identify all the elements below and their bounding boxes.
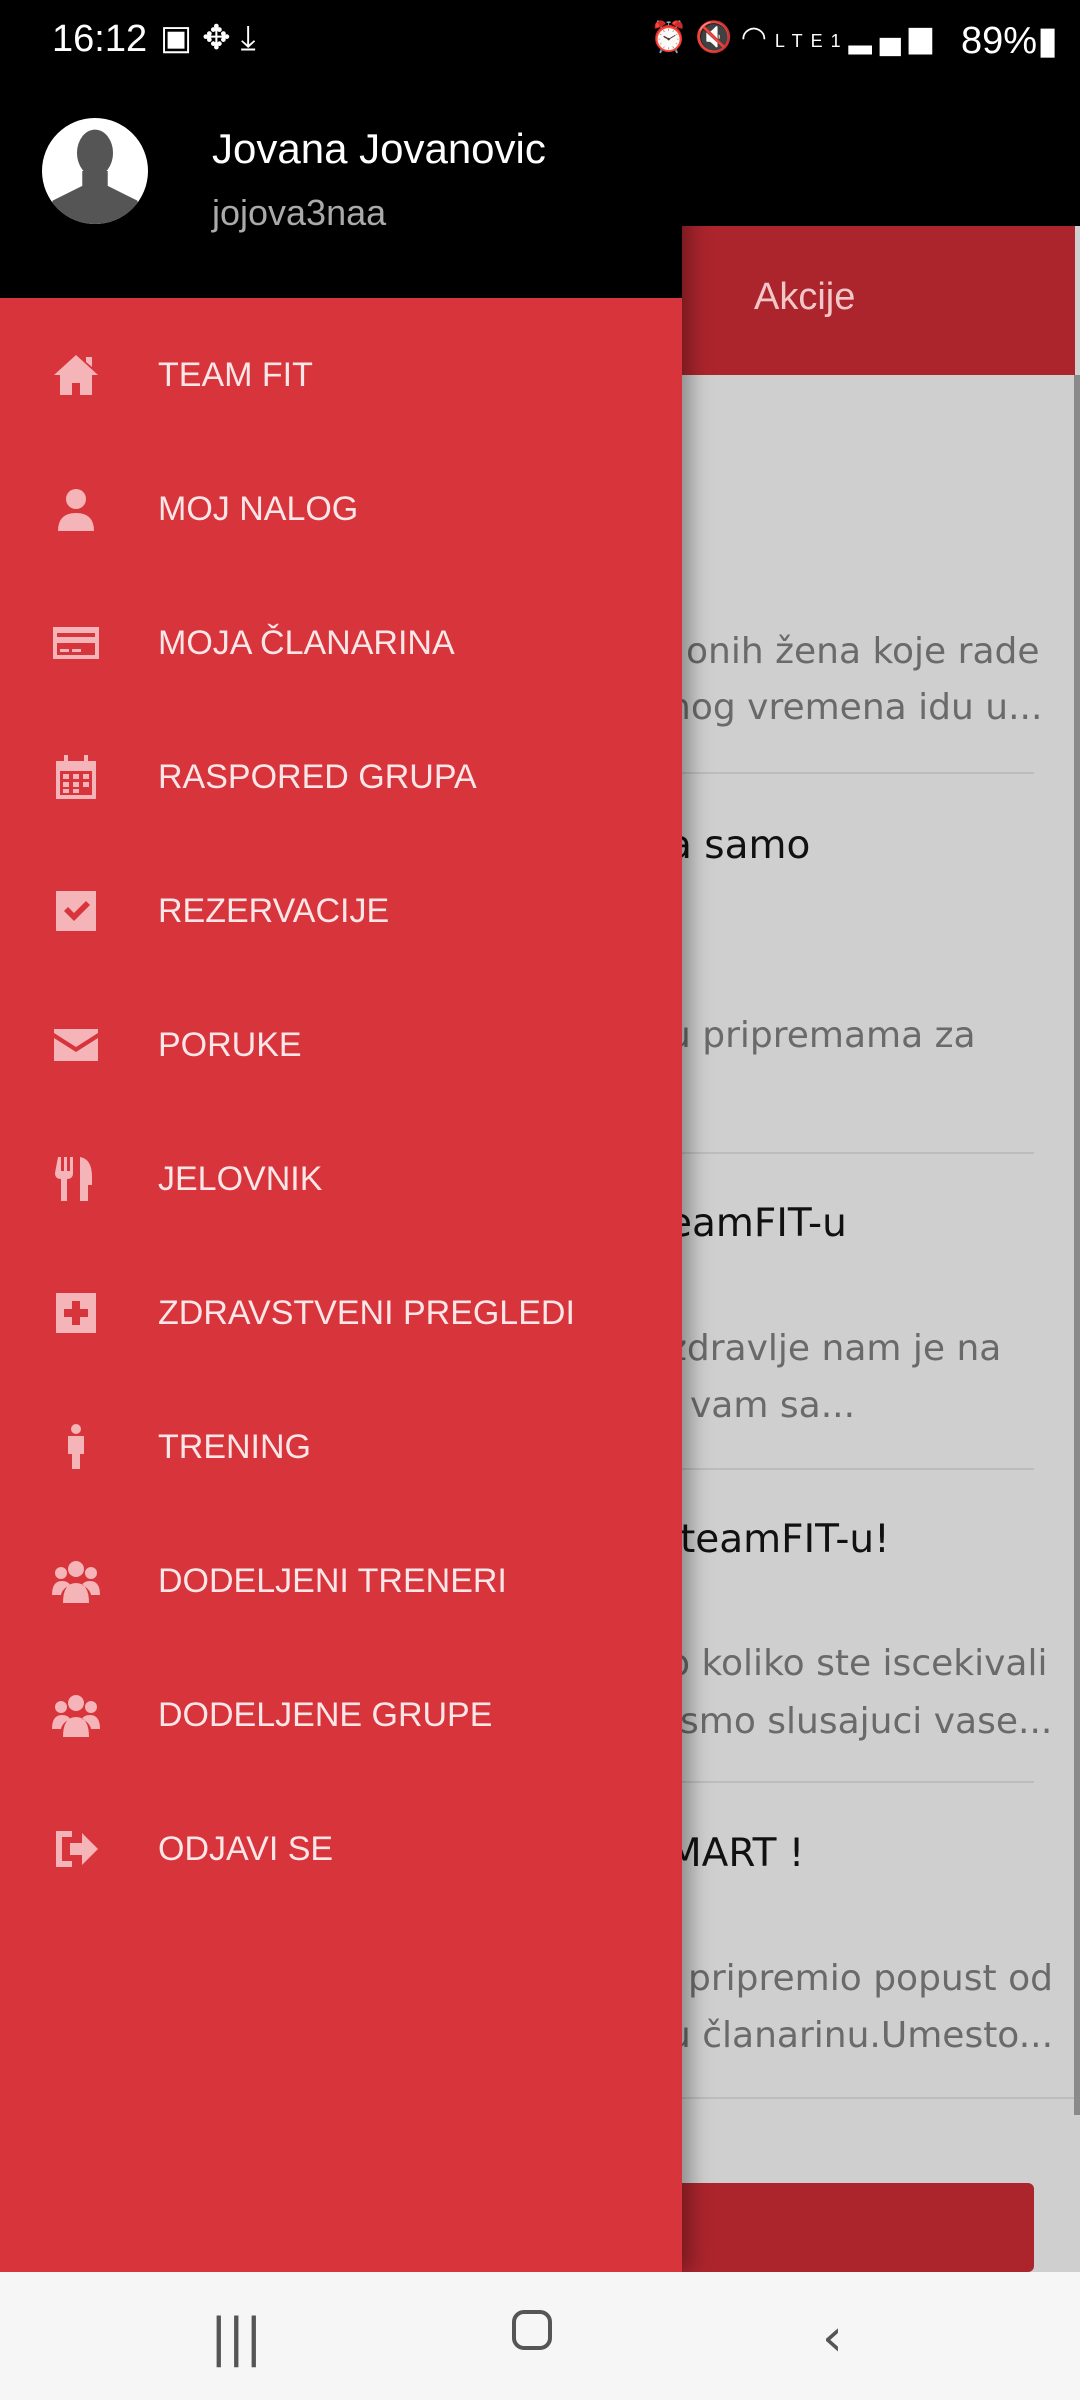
list-text: zdravlje nam je na [668,1328,1002,1369]
home-button[interactable] [512,2310,552,2350]
drawer-item-label: MOJA ČLANARINA [158,623,455,662]
navigation-drawer: Jovana Jovanovic jojova3naa TEAM FIT MOJ … [0,80,682,2272]
list-text: onih žena koje rade [686,631,1040,672]
list-text: u pripremama za [668,1015,976,1056]
check-square-icon [36,885,116,937]
system-nav-bar: ||| ‹ [0,2272,1080,2400]
battery-charging-icon: ▮ [1037,20,1058,62]
list-text: nog vremena idu u... [668,687,1043,728]
list-text: vam sa... [690,1385,856,1426]
download-icon: ⤓ [240,19,266,57]
drawer-item-team-fit[interactable]: TEAM FIT [0,308,682,442]
user-username: jojova3naa [212,192,387,233]
drawer-item-label: TRENING [158,1427,311,1466]
person-silhouette-icon [47,129,143,224]
drawer-item-label: TEAM FIT [158,355,313,394]
list-text: o koliko ste iscekivali [668,1643,1048,1684]
drawer-item-odjavi-se[interactable]: ODJAVI SE [0,1782,682,1916]
drawer-item-label: ODJAVI SE [158,1829,334,1868]
drawer-item-zdravstveni-pregledi[interactable]: ZDRAVSTVENI PREGLEDI [0,1246,682,1380]
sign-out-icon [36,1823,116,1875]
drawer-item-dodeljene-grupe[interactable]: DODELJENE GRUPE [0,1648,682,1782]
list-title[interactable]: eamFIT-u [668,1201,847,1246]
user-name: Jovana Jovanovic [212,125,546,172]
signal-icon: ▂▄▆ [848,21,940,54]
list-title[interactable]: MART ! [668,1831,804,1876]
home-icon [36,349,116,401]
utensils-icon [36,1153,116,1205]
list-text: pripremio popust od [688,1958,1053,1999]
network-label: LTE1 [774,31,849,51]
drawer-item-moja-lanarina[interactable]: MOJA ČLANARINA [0,576,682,710]
user-icon [36,483,116,535]
slack-icon: ✥ [202,19,241,57]
users-icon [36,1555,116,1607]
image-icon: ▣ [160,19,203,57]
alarm-icon: ⏰ [650,21,696,54]
status-bar: 16:12 ▣✥⤓ ⏰🔇◠LTE1▂▄▆ 89%▮ [0,0,1080,80]
mute-icon: 🔇 [695,21,741,54]
person-icon [36,1421,116,1473]
drawer-item-dodeljeni-treneri[interactable]: DODELJENI TRENERI [0,1514,682,1648]
drawer-item-label: DODELJENI TRENERI [158,1561,507,1600]
recent-apps-button[interactable]: ||| [210,2308,263,2368]
list-title[interactable]: a samo [668,823,810,868]
drawer-item-moj-nalog[interactable]: MOJ NALOG [0,442,682,576]
users-icon [36,1689,116,1741]
drawer-item-label: REZERVACIJE [158,891,390,930]
drawer-item-label: PORUKE [158,1025,302,1064]
wifi-icon: ◠ [740,21,775,54]
back-button[interactable]: ‹ [822,2308,843,2368]
drawer-item-label: MOJ NALOG [158,489,359,528]
drawer-item-poruke[interactable]: PORUKE [0,978,682,1112]
drawer-item-label: ZDRAVSTVENI PREGLEDI [158,1293,575,1332]
list-text: smo slusajuci vase... [680,1701,1053,1742]
drawer-item-label: RASPORED GRUPA [158,757,477,796]
drawer-item-trening[interactable]: TRENING [0,1380,682,1514]
envelope-icon [36,1019,116,1071]
system-icons: ⏰🔇◠LTE1▂▄▆ [650,20,940,55]
list-text: u članarinu.Umesto... [668,2015,1054,2056]
drawer-header: Jovana Jovanovic jojova3naa [0,80,682,298]
notification-icons: ▣✥⤓ [160,18,266,58]
drawer-item-raspored-grupa[interactable]: RASPORED GRUPA [0,710,682,844]
scrollbar[interactable] [1074,375,1080,2115]
medical-plus-icon [36,1287,116,1339]
battery-level: 89% [961,20,1038,62]
drawer-item-label: DODELJENE GRUPE [158,1695,493,1734]
list-title[interactable]: teamFIT-u! [680,1517,890,1562]
calendar-icon [36,751,116,803]
clock: 16:12 [52,18,148,60]
tab-akcije[interactable]: Akcije [754,276,855,319]
drawer-item-label: JELOVNIK [158,1159,323,1198]
drawer-item-rezervacije[interactable]: REZERVACIJE [0,844,682,978]
drawer-item-jelovnik[interactable]: JELOVNIK [0,1112,682,1246]
credit-card-icon [36,617,116,669]
avatar[interactable] [42,118,148,224]
